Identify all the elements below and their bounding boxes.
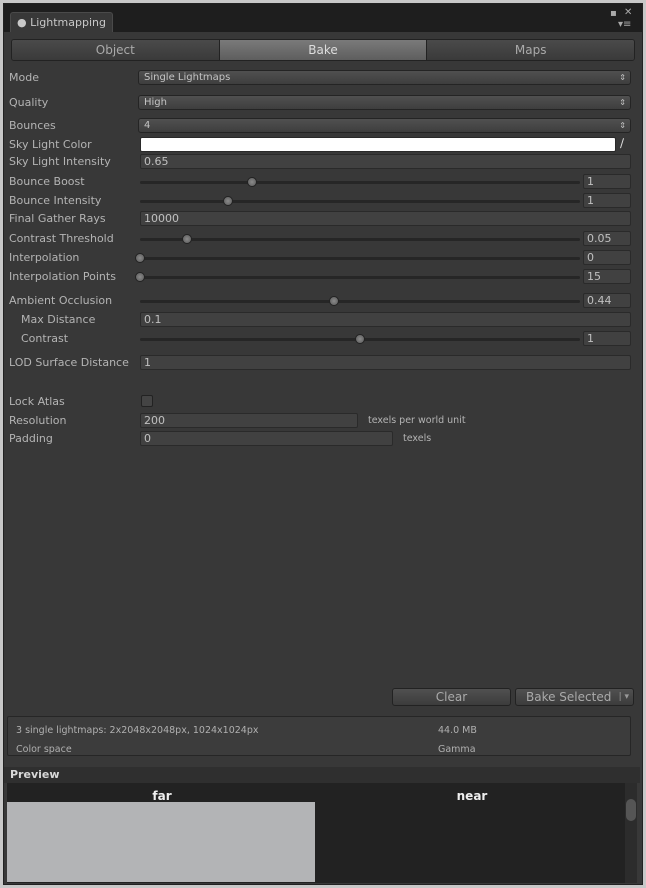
mode-dropdown[interactable]: Single Lightmaps ⇕ (138, 70, 631, 85)
color-space-label: Color space (16, 744, 72, 755)
lightmap-size: 44.0 MB (438, 725, 477, 736)
near-label: near (456, 789, 488, 803)
bounce-intensity-input[interactable]: 1 (583, 193, 631, 208)
max-distance-label: Max Distance (21, 313, 96, 326)
resolution-input[interactable]: 200 (140, 413, 358, 428)
slider-thumb[interactable] (135, 272, 145, 282)
bounce-boost-input[interactable]: 1 (583, 174, 631, 189)
close-icon[interactable]: ✕ (624, 7, 632, 18)
clear-button[interactable]: Clear (392, 688, 511, 706)
tab-bar: Object Bake Maps (11, 39, 635, 61)
lock-atlas-label: Lock Atlas (9, 395, 65, 408)
ambient-occlusion-slider[interactable] (140, 296, 580, 306)
padding-input[interactable]: 0 (140, 431, 393, 446)
interpolation-points-slider[interactable] (135, 272, 580, 282)
tab-object[interactable]: Object (12, 40, 220, 60)
preview-area: far near (7, 783, 637, 883)
bake-selected-button[interactable]: Bake Selected | ▾ (515, 688, 634, 706)
contrast-threshold-slider[interactable] (140, 234, 580, 244)
interpolation-points-label: Interpolation Points (9, 270, 116, 283)
ambient-occlusion-input[interactable]: 0.44 (583, 293, 631, 308)
bounce-boost-slider[interactable] (140, 177, 580, 187)
contrast-input[interactable]: 1 (583, 331, 631, 346)
bounces-dropdown[interactable]: 4 ⇕ (138, 118, 631, 133)
lod-surface-distance-label: LOD Surface Distance (9, 356, 129, 369)
final-gather-rays-label: Final Gather Rays (9, 212, 106, 225)
window-title: Lightmapping (30, 16, 106, 29)
contrast-threshold-label: Contrast Threshold (9, 232, 114, 245)
tab-bake[interactable]: Bake (219, 40, 428, 60)
bounces-label: Bounces (9, 119, 56, 132)
max-distance-input[interactable]: 0.1 (140, 312, 631, 327)
sky-light-color-label: Sky Light Color (9, 138, 92, 151)
preview-scrollbar[interactable] (625, 783, 637, 883)
lightmap-summary: 3 single lightmaps: 2x2048x2048px, 1024x… (16, 725, 259, 736)
slider-thumb[interactable] (328, 296, 339, 306)
window-tab[interactable]: ● Lightmapping (10, 12, 113, 32)
mode-label: Mode (9, 71, 39, 84)
contrast-label: Contrast (21, 332, 69, 345)
interpolation-points-input[interactable]: 15 (583, 269, 631, 284)
scrollbar-thumb[interactable] (626, 799, 636, 821)
menu-icon[interactable]: ▾≡ (618, 19, 631, 30)
resolution-label: Resolution (9, 414, 67, 427)
slider-thumb[interactable] (355, 334, 365, 344)
bounce-intensity-slider[interactable] (140, 196, 580, 206)
color-space-value: Gamma (438, 744, 476, 755)
padding-unit: texels (403, 433, 432, 444)
eyedropper-icon[interactable]: ∕ (620, 136, 624, 150)
bounces-value: 4 (144, 120, 151, 131)
chevron-down-icon[interactable]: | ▾ (619, 689, 629, 705)
title-bar: ● Lightmapping ▪ ✕ ▾≡ (4, 4, 642, 32)
tab-maps[interactable]: Maps (427, 40, 634, 60)
slider-thumb[interactable] (223, 196, 233, 206)
lightmap-info-panel: 3 single lightmaps: 2x2048x2048px, 1024x… (7, 716, 631, 756)
slider-thumb[interactable] (135, 253, 145, 263)
mode-value: Single Lightmaps (144, 72, 231, 83)
preview-header: Preview (4, 767, 640, 783)
ambient-occlusion-label: Ambient Occlusion (9, 294, 113, 307)
bounce-intensity-label: Bounce Intensity (9, 194, 102, 207)
sky-light-intensity-input[interactable]: 0.65 (140, 154, 631, 169)
bounce-boost-label: Bounce Boost (9, 175, 85, 188)
maximize-icon[interactable]: ▪ (610, 8, 617, 19)
padding-label: Padding (9, 432, 53, 445)
sky-light-color-swatch[interactable] (140, 137, 616, 152)
dropdown-arrow-icon: ⇕ (619, 73, 626, 82)
lightbulb-icon: ● (17, 16, 27, 29)
dropdown-arrow-icon: ⇕ (619, 121, 626, 130)
sky-light-intensity-label: Sky Light Intensity (9, 155, 111, 168)
quality-label: Quality (9, 96, 49, 109)
interpolation-slider[interactable] (135, 253, 580, 263)
contrast-slider[interactable] (140, 334, 580, 344)
far-lightmap-preview[interactable] (7, 802, 315, 882)
lod-surface-distance-input[interactable]: 1 (140, 355, 631, 370)
lock-atlas-checkbox[interactable] (141, 395, 153, 407)
quality-dropdown[interactable]: High ⇕ (138, 95, 631, 110)
interpolation-label: Interpolation (9, 251, 80, 264)
resolution-unit: texels per world unit (368, 415, 466, 426)
contrast-threshold-input[interactable]: 0.05 (583, 231, 631, 246)
quality-value: High (144, 97, 167, 108)
bake-selected-label: Bake Selected (526, 690, 612, 704)
dropdown-arrow-icon: ⇕ (619, 98, 626, 107)
final-gather-rays-input[interactable]: 10000 (140, 211, 631, 226)
interpolation-input[interactable]: 0 (583, 250, 631, 265)
